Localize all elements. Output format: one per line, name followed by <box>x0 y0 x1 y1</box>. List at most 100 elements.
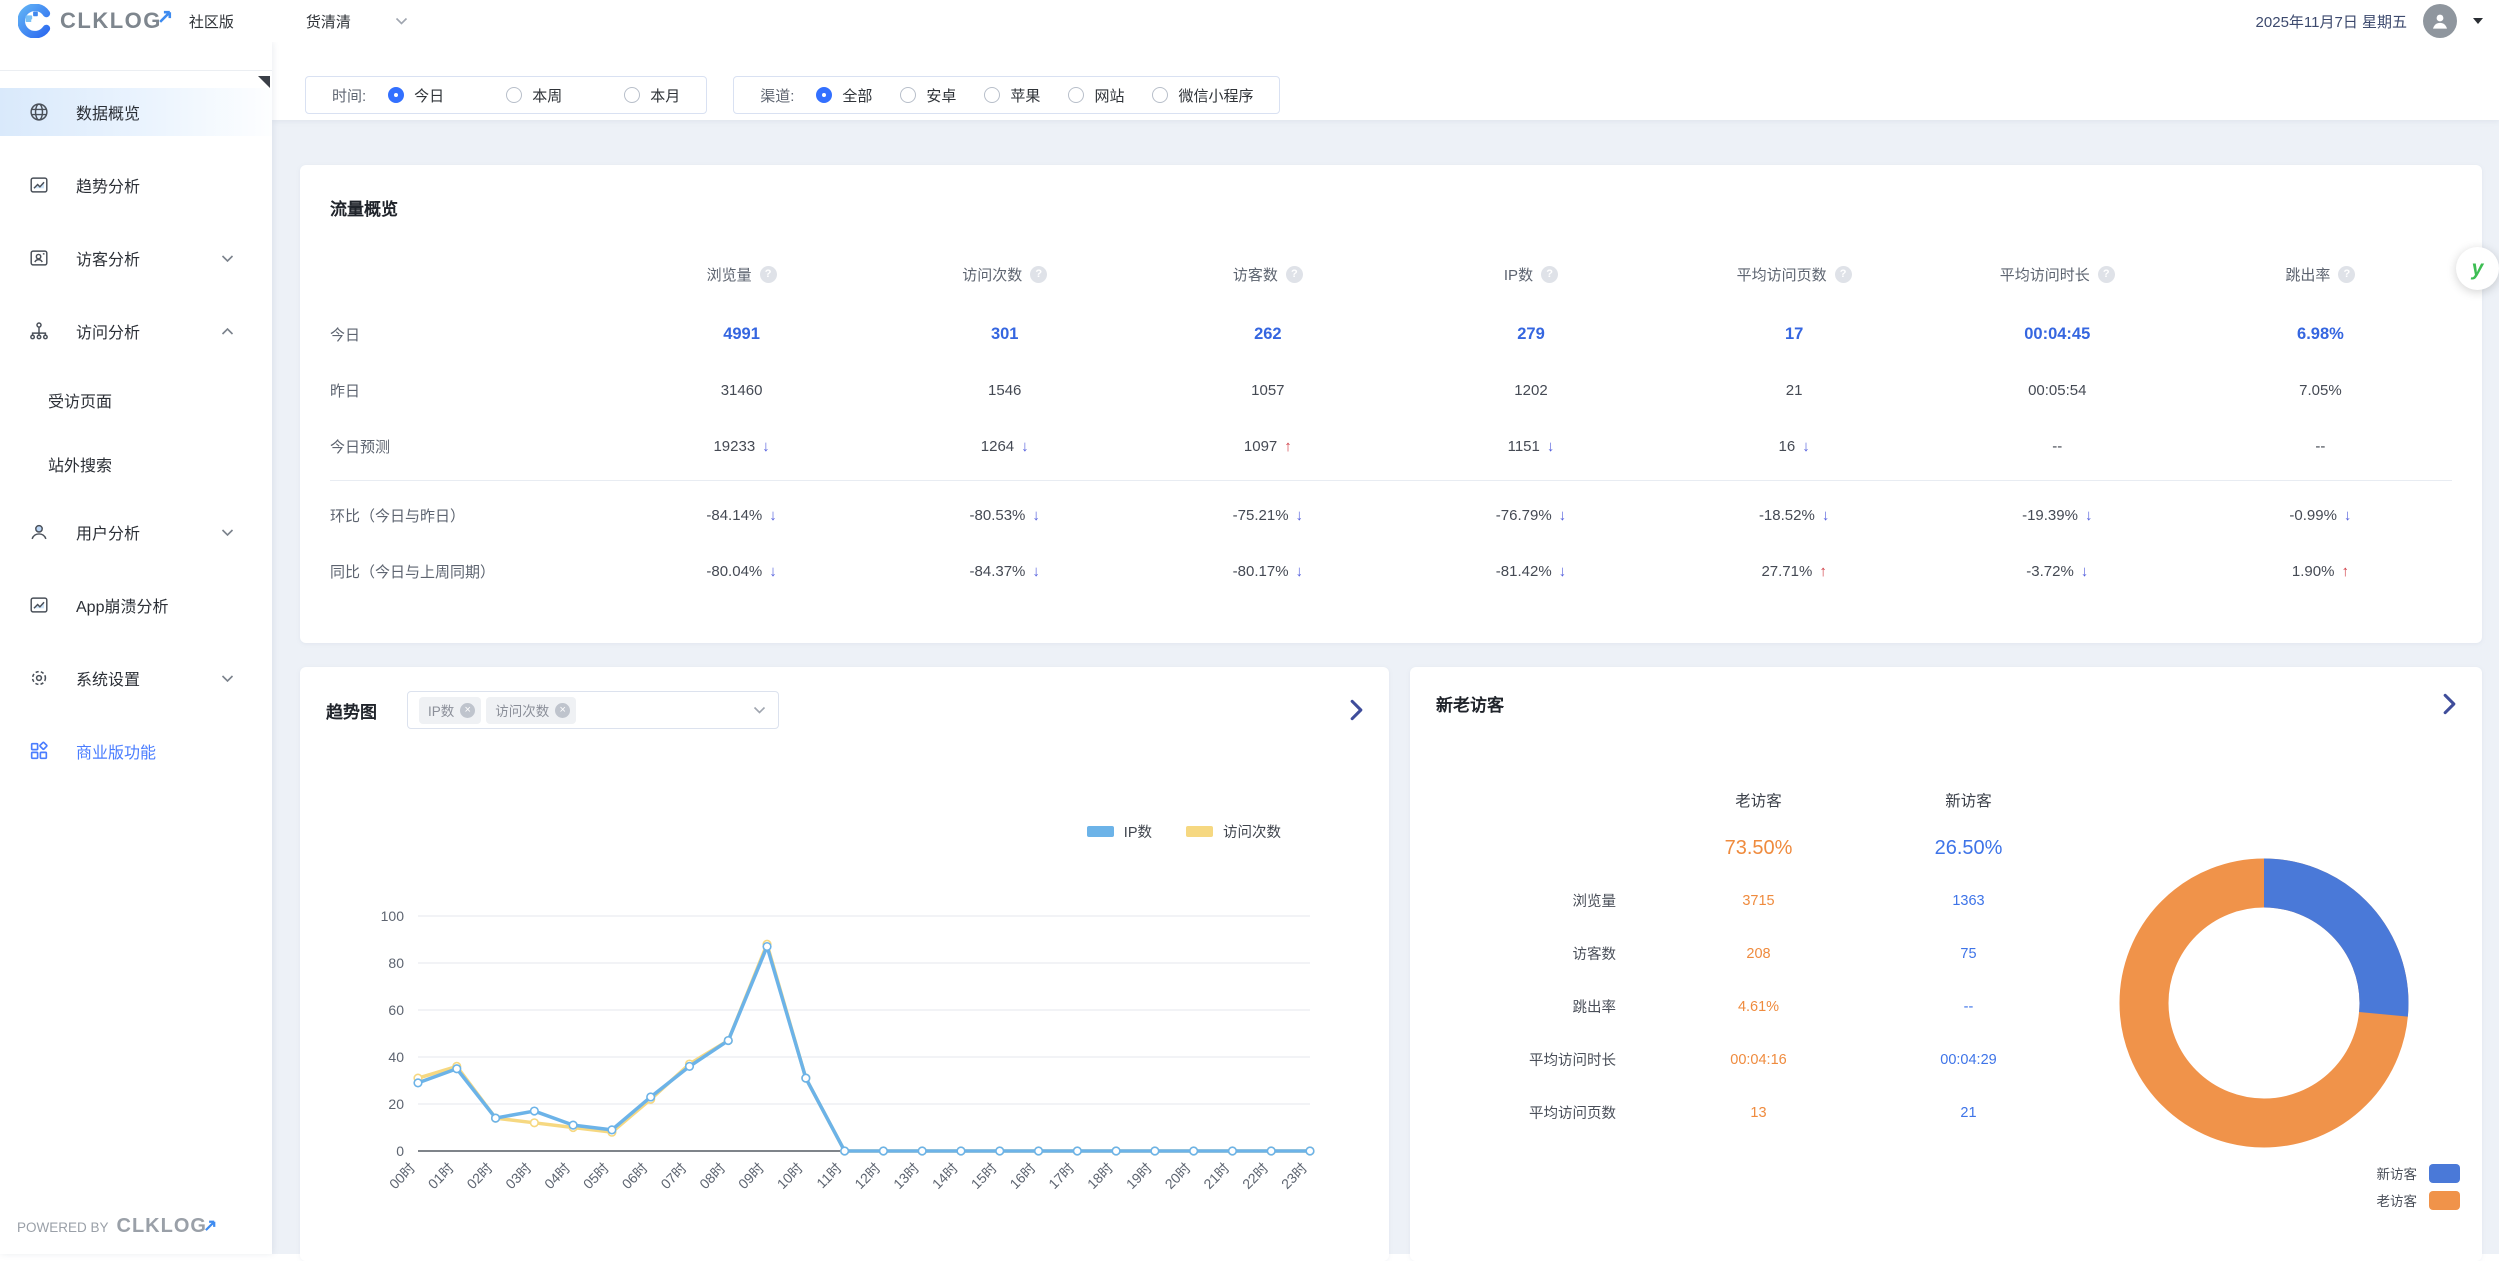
overview-row-label: 昨日 <box>330 362 610 418</box>
powered-by-logo-text: CLKLOG <box>117 1215 207 1238</box>
visitor-icon <box>28 247 50 269</box>
user-icon <box>2428 9 2452 33</box>
visitors-row-label: 访客数 <box>1436 927 1616 980</box>
svg-text:17时: 17时 <box>1045 1160 1077 1192</box>
radio-time-month[interactable]: 本月 <box>624 85 680 106</box>
visitors-more-link[interactable] <box>2443 693 2456 715</box>
radio-channel-all[interactable]: 全部 <box>816 85 872 106</box>
help-icon[interactable]: ? <box>1286 266 1303 283</box>
overview-cell: 1057 <box>1136 362 1399 418</box>
overview-cell: 301 <box>873 306 1136 362</box>
project-select[interactable]: 货清清 <box>306 11 408 32</box>
header-date: 2025年11月7日 星期五 <box>2256 11 2407 32</box>
legend-label: IP数 <box>1124 821 1152 842</box>
donut-legend-item[interactable]: 新访客 <box>2377 1163 2461 1183</box>
avatar[interactable] <box>2423 4 2457 38</box>
overview-row-label: 环比（今日与昨日） <box>330 487 610 543</box>
sidebar-item-overview[interactable]: 数据概览 <box>0 88 272 136</box>
sidebar-item-app-crash[interactable]: App崩溃分析 <box>0 581 272 629</box>
arrow-down-icon: ↓ <box>762 438 770 455</box>
metric-tag-label: 访问次数 <box>495 700 549 720</box>
help-icon[interactable]: ? <box>1030 266 1047 283</box>
help-icon[interactable]: ? <box>760 266 777 283</box>
overview-cell: 7.05% <box>2189 362 2452 418</box>
radio-channel-ios[interactable]: 苹果 <box>984 85 1040 106</box>
overview-col-header: 访问次数? <box>873 242 1136 306</box>
visitors-row-label: 平均访问页数 <box>1436 1086 1616 1139</box>
logo[interactable]: CLKLOG <box>0 4 173 38</box>
overview-cell: -80.53%↓ <box>873 487 1136 543</box>
sidebar-item-user-analysis[interactable]: 用户分析 <box>0 508 272 556</box>
legend-item[interactable]: IP数 <box>1087 821 1152 842</box>
sidebar-item-system-settings[interactable]: 系统设置 <box>0 654 272 702</box>
legend-item[interactable]: 访问次数 <box>1186 821 1281 842</box>
overview-corner <box>330 242 610 306</box>
sidebar-collapse-handle[interactable] <box>258 76 270 88</box>
sidebar-item-pro-features[interactable]: 商业版功能 <box>0 727 272 775</box>
donut-legend: 新访客老访客 <box>2377 1163 2461 1217</box>
visitors-new-value: -- <box>1901 980 2036 1033</box>
radio-channel-web[interactable]: 网站 <box>1068 85 1124 106</box>
trend-metric-select[interactable]: IP数× 访问次数 × <box>407 691 779 729</box>
overview-col-header: 浏览量? <box>610 242 873 306</box>
app-header: CLKLOG 社区版 货清清 2025年11月7日 星期五 <box>0 0 2499 42</box>
svg-text:05时: 05时 <box>580 1160 612 1192</box>
overview-cell: 1097↑ <box>1136 418 1399 474</box>
metric-tag[interactable]: 访问次数 × <box>486 697 576 724</box>
filter-group-time: 时间: 今日 本周 本月 <box>305 76 707 114</box>
filter-group-label: 时间: <box>332 85 366 106</box>
sidebar-item-visit-analysis[interactable]: 访问分析 <box>0 307 272 355</box>
tag-close-icon[interactable]: × <box>555 703 570 718</box>
sidebar-item-label: 访问分析 <box>76 319 140 343</box>
avatar-caret-icon[interactable] <box>2473 18 2483 24</box>
visitors-old-value: 4.61% <box>1616 980 1901 1033</box>
arrow-down-icon: ↓ <box>769 563 777 580</box>
sidebar-subitem-label: 站外搜索 <box>48 452 112 476</box>
visitors-old-value: 13 <box>1616 1086 1901 1139</box>
overview-title: 流量概览 <box>330 195 2452 220</box>
overview-row-label: 今日预测 <box>330 418 610 474</box>
overview-cell: -80.17%↓ <box>1136 543 1399 599</box>
sidebar-subitem-offsite-search[interactable]: 站外搜索 <box>0 444 272 484</box>
project-select-value: 货清清 <box>306 11 351 32</box>
overview-cell: 1.90%↑ <box>2189 543 2452 599</box>
radio-icon <box>388 87 404 103</box>
overview-table: 浏览量?访问次数?访客数?IP数?平均访问页数?平均访问时长?跳出率?今日499… <box>330 242 2452 599</box>
visitors-old-value: 208 <box>1616 927 1901 980</box>
visitors-col-old: 老访客 <box>1616 778 1901 822</box>
metric-tag[interactable]: IP数× <box>419 697 481 724</box>
trend-more-link[interactable] <box>1350 699 1363 721</box>
help-icon[interactable]: ? <box>1835 266 1852 283</box>
arrow-up-icon: ↑ <box>1819 563 1827 580</box>
help-icon[interactable]: ? <box>2098 266 2115 283</box>
sidebar-item-trend-analysis[interactable]: 趋势分析 <box>0 161 272 209</box>
radio-time-today[interactable]: 今日 <box>388 85 444 106</box>
trend-chart: 02040608010000时01时02时03时04时05时06时07时08时0… <box>326 846 1363 1211</box>
sidebar-item-visitor-analysis[interactable]: 访客分析 <box>0 234 272 282</box>
overview-cell: -84.37%↓ <box>873 543 1136 599</box>
visitors-card: 新老访客 老访客新访客73.50%26.50%浏览量37151363访客数208… <box>1410 667 2482 1261</box>
radio-channel-wechat-mini[interactable]: 微信小程序 <box>1152 85 1253 106</box>
svg-text:100: 100 <box>381 908 405 924</box>
legend-swatch <box>1087 826 1114 837</box>
radio-icon <box>506 87 522 103</box>
sidebar-subitem-visited-pages[interactable]: 受访页面 <box>0 380 272 420</box>
svg-text:40: 40 <box>388 1049 404 1065</box>
donut-legend-item[interactable]: 老访客 <box>2377 1190 2461 1210</box>
overview-col-header: IP数? <box>1399 242 1662 306</box>
overview-cell: 6.98% <box>2189 306 2452 362</box>
trend-card-head: 趋势图 IP数×访问次数× <box>326 691 1363 729</box>
arrow-down-icon: ↓ <box>1559 507 1567 524</box>
overview-cell: -18.52%↓ <box>1663 487 1926 543</box>
sidebar-item-label: App崩溃分析 <box>76 593 168 617</box>
legend-label: 访问次数 <box>1223 821 1281 842</box>
help-icon[interactable]: ? <box>1541 266 1558 283</box>
floating-widget-button[interactable]: y <box>2456 247 2499 290</box>
tag-close-icon[interactable]: × <box>460 703 475 718</box>
clklog-logo-icon <box>18 4 52 38</box>
radio-time-week[interactable]: 本周 <box>506 85 562 106</box>
radio-label: 今日 <box>414 85 444 106</box>
radio-channel-android[interactable]: 安卓 <box>900 85 956 106</box>
overview-cell: 19233↓ <box>610 418 873 474</box>
help-icon[interactable]: ? <box>2338 266 2355 283</box>
